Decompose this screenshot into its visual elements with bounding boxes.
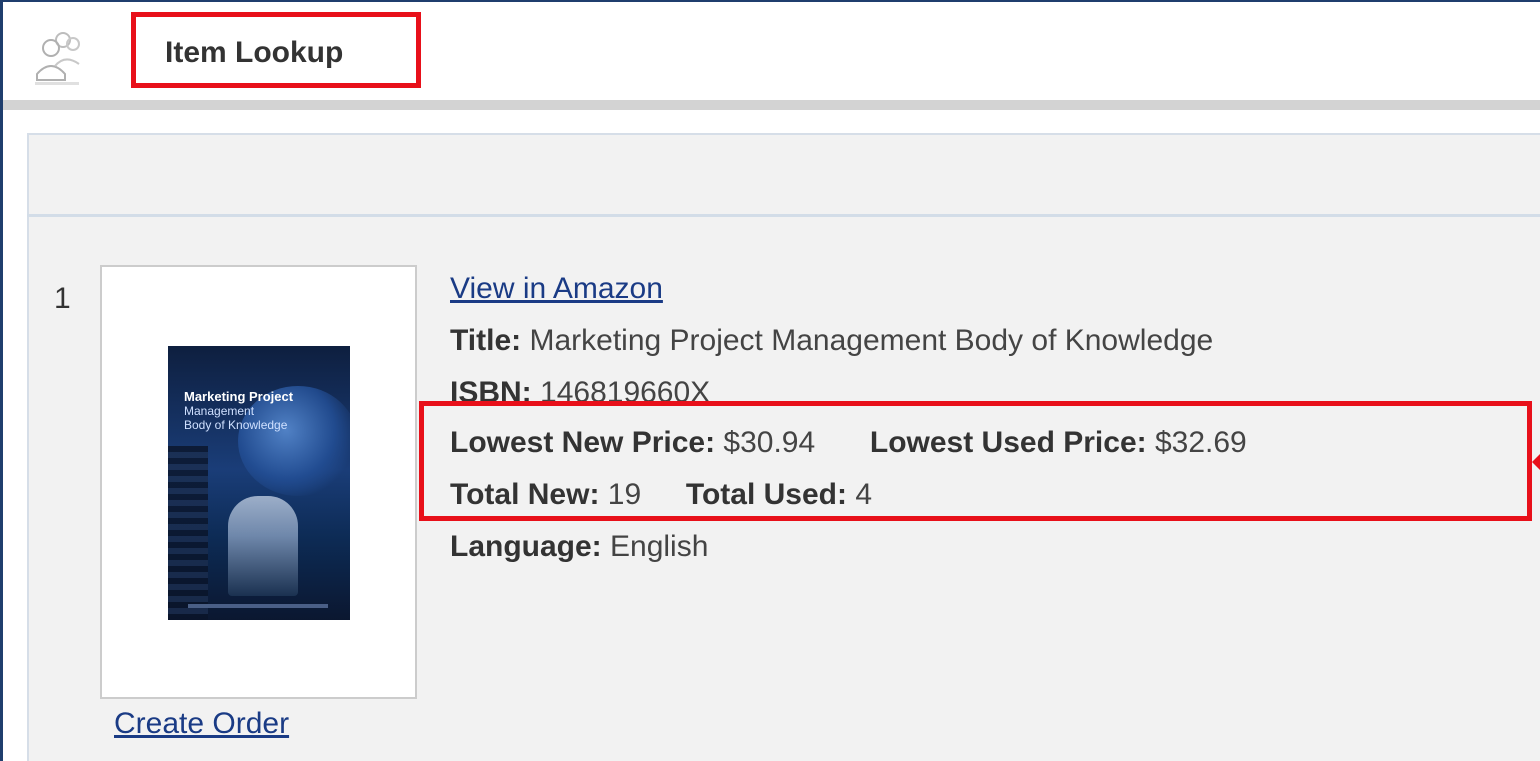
header-separator — [3, 100, 1540, 110]
isbn-line: ISBN: 146819660X — [450, 376, 710, 401]
create-order-link[interactable]: Create Order — [114, 707, 289, 741]
isbn-value: 146819660X — [540, 376, 711, 401]
language-value: English — [610, 530, 709, 563]
cover-subtitle: Management Body of Knowledge — [184, 404, 288, 432]
book-cover-image[interactable]: Marketing Project Management Body of Kno… — [168, 346, 350, 620]
isbn-label: ISBN: — [450, 376, 532, 401]
title-label: Title: — [450, 324, 522, 357]
result-index: 1 — [54, 282, 71, 315]
language-line: Language: English — [450, 530, 708, 564]
language-label: Language: — [450, 530, 602, 563]
price-highlight-box — [419, 401, 1532, 521]
panel-divider — [27, 214, 1540, 217]
title-value: Marketing Project Management Body of Kno… — [529, 324, 1214, 357]
title-line: Title: Marketing Project Management Body… — [450, 324, 1213, 358]
view-in-amazon-link[interactable]: View in Amazon — [450, 272, 663, 305]
page-title: Item Lookup — [165, 36, 344, 69]
cover-title: Marketing Project — [184, 389, 294, 404]
cover-stripes — [168, 446, 208, 620]
users-icon — [33, 30, 81, 90]
annotation-arrow-icon — [1532, 452, 1540, 472]
cover-footer-bar — [188, 604, 328, 608]
people-graphic — [228, 496, 298, 596]
